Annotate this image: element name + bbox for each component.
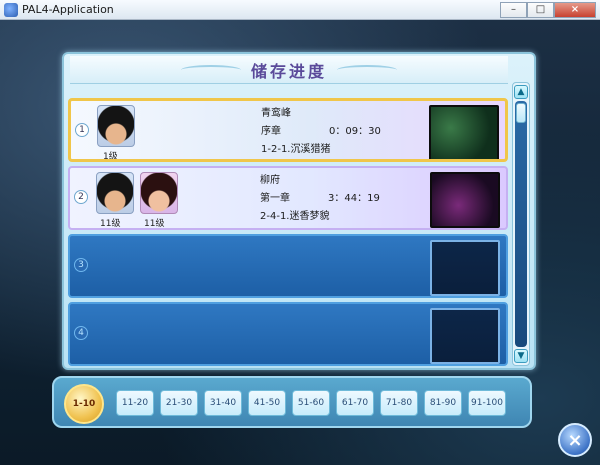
page-list: 11-20 21-30 31-40 41-50 51-60 61-70 71-8… xyxy=(116,390,506,416)
scroll-thumb[interactable] xyxy=(516,103,526,123)
slot-playtime: 0：09：30 xyxy=(329,126,381,137)
page-button[interactable]: 61-70 xyxy=(336,390,374,416)
scroll-track[interactable] xyxy=(515,101,527,347)
slot-thumbnail xyxy=(430,172,500,228)
panel-header: 储存进度 xyxy=(70,56,508,84)
slot-thumbnail-empty xyxy=(430,240,500,296)
slot-objective: 2-4-1.迷香梦貌 xyxy=(260,211,330,222)
slot-meta-row: 第一章 3：44：19 xyxy=(260,190,380,208)
window-close-button[interactable]: × xyxy=(554,2,596,18)
slot-chapter: 序章 xyxy=(261,126,281,137)
character-portrait-icon xyxy=(96,172,134,214)
save-panel: 储存进度 1 1级 青鸾峰 序章 0：09：30 1-2-1.沉溪猎猪 2 11… xyxy=(62,52,536,370)
slot-number: 3 xyxy=(74,258,88,272)
page-button[interactable]: 21-30 xyxy=(160,390,198,416)
slot-info: 柳府 第一章 3：44：19 2-4-1.迷香梦貌 xyxy=(260,172,380,226)
pagination-bar: 1-10 11-20 21-30 31-40 41-50 51-60 61-70… xyxy=(52,376,532,428)
character-portrait-icon xyxy=(140,172,178,214)
page-button[interactable]: 91-100 xyxy=(468,390,506,416)
character-level: 11级 xyxy=(100,219,121,229)
header-ornament-left xyxy=(180,64,241,75)
scroll-up-button[interactable]: ▲ xyxy=(514,85,528,99)
slot-location: 青鸾峰 xyxy=(261,108,291,119)
slot-location: 柳府 xyxy=(260,175,280,186)
window-titlebar: PAL4-Application – □ × xyxy=(0,0,600,20)
close-menu-button[interactable]: × xyxy=(558,423,592,457)
window-controls: – □ × xyxy=(500,2,596,18)
slot-number: 2 xyxy=(74,190,88,204)
save-slot-4[interactable]: 4 xyxy=(68,302,508,366)
page-button[interactable]: 81-90 xyxy=(424,390,462,416)
slot-meta-row: 序章 0：09：30 xyxy=(261,123,381,141)
slot-objective: 1-2-1.沉溪猎猪 xyxy=(261,144,331,155)
save-slot-3[interactable]: 3 xyxy=(68,234,508,298)
page-button[interactable]: 41-50 xyxy=(248,390,286,416)
header-ornament-right xyxy=(337,64,397,75)
page-button[interactable]: 71-80 xyxy=(380,390,418,416)
save-slot-1[interactable]: 1 1级 青鸾峰 序章 0：09：30 1-2-1.沉溪猎猪 xyxy=(68,98,508,162)
window-title: PAL4-Application xyxy=(22,3,114,16)
character-portrait-icon xyxy=(97,105,135,147)
scrollbar[interactable]: ▲ ▼ xyxy=(512,82,530,366)
slot-playtime: 3：44：19 xyxy=(328,193,380,204)
slot-number: 1 xyxy=(75,123,89,137)
save-slot-2[interactable]: 2 11级 11级 柳府 第一章 3：44：19 2-4-1.迷香梦貌 xyxy=(68,166,508,230)
slot-thumbnail-empty xyxy=(430,308,500,364)
maximize-button[interactable]: □ xyxy=(527,2,554,18)
character-level: 1级 xyxy=(103,152,118,162)
slot-number: 4 xyxy=(74,326,88,340)
page-button[interactable]: 31-40 xyxy=(204,390,242,416)
page-button-active[interactable]: 1-10 xyxy=(64,384,104,424)
panel-title: 储存进度 xyxy=(250,61,327,81)
scroll-down-button[interactable]: ▼ xyxy=(514,349,528,363)
page-button[interactable]: 11-20 xyxy=(116,390,154,416)
slot-thumbnail xyxy=(429,105,499,159)
minimize-button[interactable]: – xyxy=(500,2,527,18)
page-button[interactable]: 51-60 xyxy=(292,390,330,416)
app-icon xyxy=(4,2,18,17)
character-level: 11级 xyxy=(144,219,165,229)
slot-info: 青鸾峰 序章 0：09：30 1-2-1.沉溪猎猪 xyxy=(261,105,381,159)
slot-chapter: 第一章 xyxy=(260,193,290,204)
